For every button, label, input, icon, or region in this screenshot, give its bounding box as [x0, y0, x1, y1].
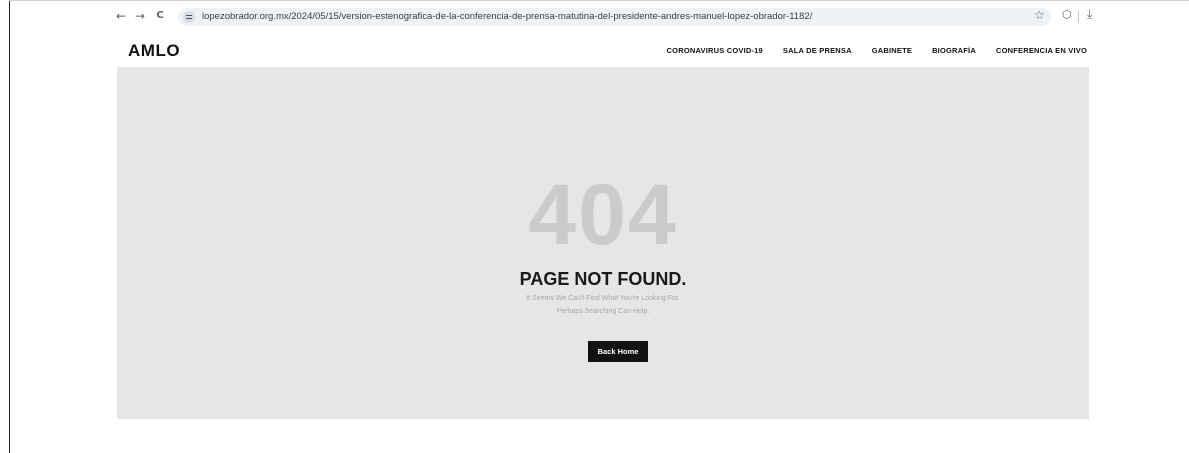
site-header: AMLO CORONAVIRUS COVID-19 SALA DE PRENSA… [117, 34, 1089, 67]
extensions-icon[interactable]: ⬡ [1062, 8, 1072, 21]
url-text[interactable]: lopezobrador.org.mx/2024/05/15/version-e… [202, 11, 812, 23]
address-bar[interactable]: lopezobrador.org.mx/2024/05/15/version-e… [178, 8, 1051, 26]
error-message-line-1: It Seems We Can't Find What You're Looki… [526, 295, 680, 302]
site-logo[interactable]: AMLO [128, 41, 180, 61]
nav-item-sala-de-prensa[interactable]: SALA DE PRENSA [783, 46, 852, 55]
browser-toolbar: ← → C lopezobrador.org.mx/2024/05/15/ver… [10, 1, 1189, 33]
bookmark-star-icon[interactable]: ☆ [1034, 8, 1045, 22]
error-code: 404 [528, 167, 678, 263]
nav-item-coronavirus[interactable]: CORONAVIRUS COVID-19 [667, 46, 763, 55]
download-icon[interactable]: ⤓ [1087, 7, 1092, 22]
toolbar-divider [1078, 11, 1079, 23]
back-arrow-icon[interactable]: ← [114, 9, 128, 23]
back-home-button[interactable]: Back Home [588, 341, 648, 362]
site-settings-icon[interactable] [183, 11, 195, 23]
nav-item-conferencia-en-vivo[interactable]: CONFERENCIA EN VIVO [996, 46, 1087, 55]
not-found-section: 404 PAGE NOT FOUND. It Seems We Can't Fi… [117, 67, 1089, 419]
reload-icon[interactable]: C [153, 9, 167, 23]
page-title: PAGE NOT FOUND. [519, 269, 687, 289]
nav-item-biografia[interactable]: BIOGRAFÍA [932, 46, 976, 55]
error-message-line-2: Perhaps Searching Can Help. [556, 308, 650, 315]
window-border [9, 0, 10, 453]
main-nav: CORONAVIRUS COVID-19 SALA DE PRENSA GABI… [667, 46, 1087, 55]
forward-arrow-icon[interactable]: → [133, 9, 147, 23]
nav-item-gabinete[interactable]: GABINETE [872, 46, 912, 55]
